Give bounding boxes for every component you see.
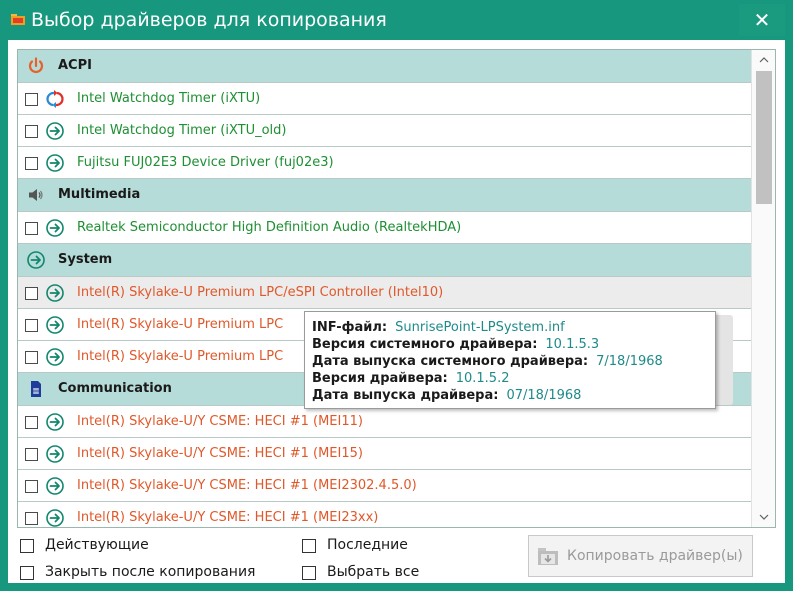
arrow-right-circle-icon [26,250,46,270]
arrow-right-circle-icon [45,218,65,238]
driver-label: Intel(R) Skylake-U/Y CSME: HECI #1 (MEI1… [77,446,363,461]
arrow-right-circle-icon [45,283,65,303]
driver-checkbox[interactable] [25,319,38,332]
driver-label: Intel(R) Skylake-U Premium LPC [77,317,284,332]
driver-label: Intel Watchdog Timer (iXTU_old) [77,123,287,138]
speaker-icon [26,185,46,205]
active-checkbox[interactable]: Действующие [20,536,200,556]
driver-label: Intel(R) Skylake-U/Y CSME: HECI #1 (MEI2… [77,510,379,525]
group-label: System [58,252,113,267]
tooltip-driver-date: Дата выпуска драйвера: 07/18/1968 [312,388,582,403]
arrow-right-circle-icon [45,153,65,173]
driver-row[interactable]: Intel(R) Skylake-U Premium LPC/eSPI Cont… [18,277,751,309]
latest-checkbox-label: Последние [327,537,408,553]
driver-row[interactable]: Fujitsu FUJ02E3 Device Driver (fuj02e3) [18,147,751,179]
checkbox-box[interactable] [302,539,316,553]
arrow-right-circle-icon [45,444,65,464]
group-header[interactable]: ACPI [18,50,751,83]
copy-drivers-button[interactable]: Копировать драйвер(ы) [528,535,753,577]
active-checkbox-label: Действующие [45,537,149,553]
arrow-right-circle-icon [45,315,65,335]
checkbox-box[interactable] [20,566,34,580]
driver-checkbox[interactable] [25,351,38,364]
checkbox-box[interactable] [302,566,316,580]
driver-row[interactable]: Intel(R) Skylake-U/Y CSME: HECI #1 (MEI2… [18,470,751,502]
scroll-up-button[interactable] [752,50,775,70]
driver-checkbox[interactable] [25,222,38,235]
driver-row[interactable]: Realtek Semiconductor High Definition Au… [18,212,751,244]
scroll-down-button[interactable] [752,507,775,527]
driver-checkbox[interactable] [25,480,38,493]
group-header[interactable]: System [18,244,751,277]
driver-label: Fujitsu FUJ02E3 Device Driver (fuj02e3) [77,155,334,170]
driver-list-rows: ACPI Intel Watchdog Timer (iXTU) Intel Wat… [18,50,751,527]
select-all-label: Выбрать все [327,564,420,580]
driver-row[interactable]: Intel(R) Skylake-U/Y CSME: HECI #1 (MEI2… [18,502,751,527]
driver-label: Intel(R) Skylake-U Premium LPC/eSPI Cont… [77,285,444,300]
arrow-right-circle-icon [45,412,65,432]
group-header[interactable]: Multimedia [18,179,751,212]
folder-download-icon [538,548,558,565]
driver-row[interactable]: Intel(R) Skylake-U/Y CSME: HECI #1 (MEI1… [18,406,751,438]
driver-row[interactable]: Intel(R) Skylake-U/Y CSME: HECI #1 (MEI1… [18,438,751,470]
driver-row[interactable]: Intel Watchdog Timer (iXTU) [18,83,751,115]
driver-label: Realtek Semiconductor High Definition Au… [77,220,462,235]
driver-checkbox[interactable] [25,125,38,138]
title-bar[interactable]: Выбор драйверов для копирования ✕ [0,0,793,40]
scroll-thumb[interactable] [756,71,772,204]
driver-list[interactable]: ACPI Intel Watchdog Timer (iXTU) Intel Wat… [17,49,776,528]
driver-checkbox[interactable] [25,512,38,525]
group-label: Communication [58,381,172,396]
checkbox-box[interactable] [20,539,34,553]
group-label: Multimedia [58,187,141,202]
driver-info-tooltip: INF-файл: SunrisePoint-LPSystem.inf Верси… [304,311,716,409]
driver-checkbox[interactable] [25,157,38,170]
group-label: ACPI [58,58,92,73]
select-all-checkbox[interactable]: Выбрать все [302,563,452,583]
close-button[interactable]: ✕ [739,4,785,36]
latest-checkbox[interactable]: Последние [302,536,452,556]
driver-checkbox[interactable] [25,416,38,429]
driver-label: Intel(R) Skylake-U Premium LPC [77,349,284,364]
close-after-copy-checkbox[interactable]: Закрыть после копирования [20,563,290,583]
dialog-client-area: ACPI Intel Watchdog Timer (iXTU) Intel Wat… [8,40,785,583]
folder-icon [11,14,25,25]
copy-drivers-button-label: Копировать драйвер(ы) [567,548,743,564]
arrow-right-circle-icon [45,508,65,527]
arrow-right-circle-icon [45,121,65,141]
tooltip-system-driver-date: Дата выпуска системного драйвера: 7/18/19… [312,354,663,369]
driver-label: Intel(R) Skylake-U/Y CSME: HECI #1 (MEI2… [77,478,417,493]
driver-checkbox[interactable] [25,287,38,300]
window-title: Выбор драйверов для копирования [31,9,387,31]
arrow-right-circle-icon [45,476,65,496]
refresh-red-icon [45,89,65,109]
driver-copy-dialog: Выбор драйверов для копирования ✕ ACPI In… [0,0,793,591]
tooltip-driver-version: Версия драйвера: 10.1.5.2 [312,371,510,386]
driver-row[interactable]: Intel Watchdog Timer (iXTU_old) [18,115,751,147]
vertical-scrollbar[interactable] [751,50,775,527]
driver-checkbox[interactable] [25,93,38,106]
power-icon [26,56,46,76]
tooltip-inf-file: INF-файл: SunrisePoint-LPSystem.inf [312,320,565,335]
chevron-up-icon [759,57,768,63]
sim-card-icon [26,379,46,399]
driver-checkbox[interactable] [25,448,38,461]
tooltip-system-driver-version: Версия системного драйвера: 10.1.5.3 [312,337,600,352]
driver-label: Intel(R) Skylake-U/Y CSME: HECI #1 (MEI1… [77,414,363,429]
arrow-right-circle-icon [45,347,65,367]
driver-label: Intel Watchdog Timer (iXTU) [77,91,261,106]
chevron-down-icon [759,514,768,520]
close-after-copy-label: Закрыть после копирования [45,564,256,580]
